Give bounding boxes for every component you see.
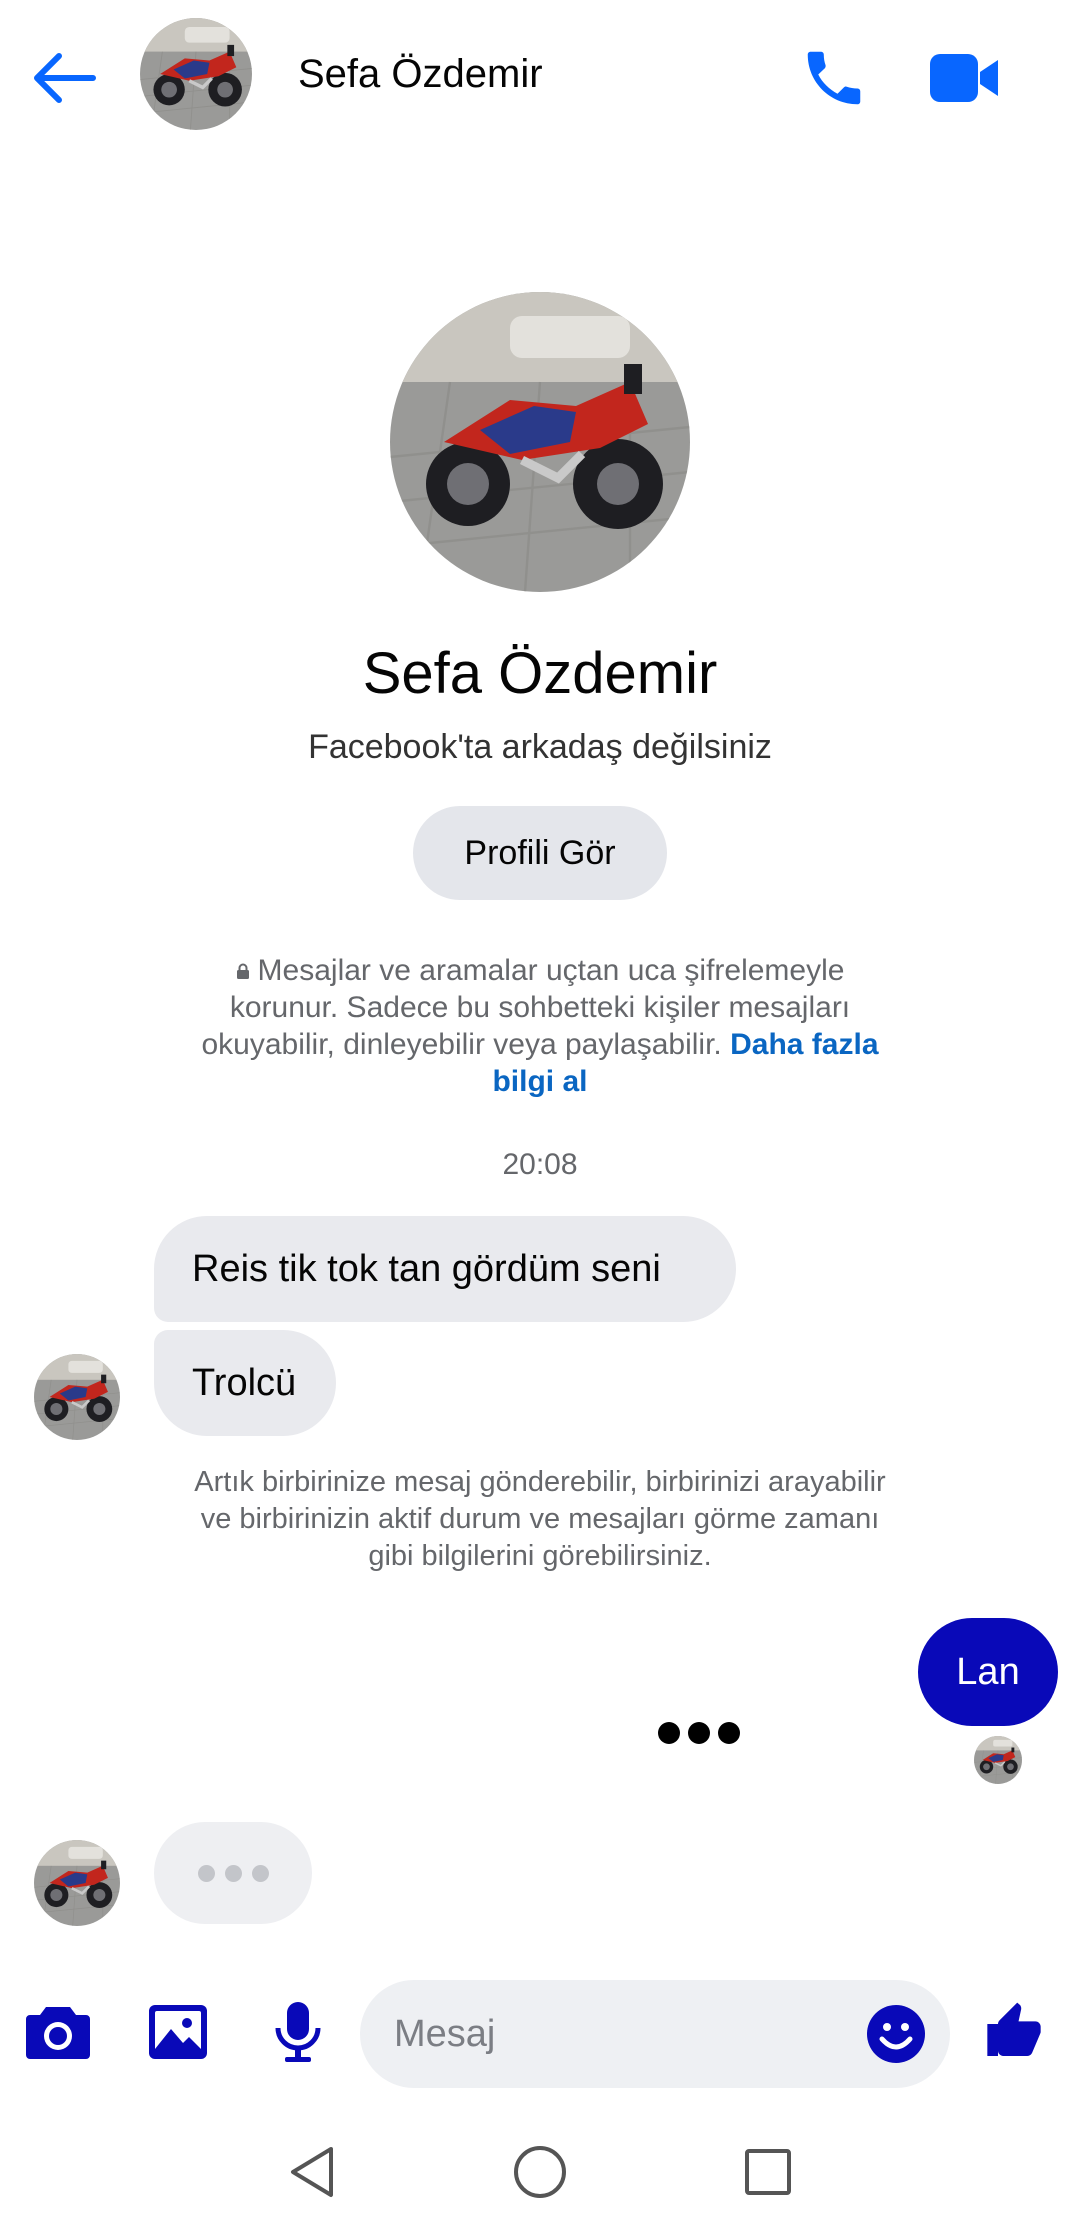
profile-name: Sefa Özdemir — [362, 641, 718, 706]
emoji-button[interactable] — [860, 1998, 932, 2070]
typing-dot — [224, 1864, 242, 1882]
more-dots-icon — [658, 1722, 740, 1744]
sender-avatar[interactable] — [34, 1354, 120, 1440]
message-composer — [360, 1980, 950, 2088]
contact-avatar[interactable] — [140, 18, 252, 130]
triangle-back-icon — [291, 2147, 333, 2197]
avatar-image — [34, 1354, 120, 1440]
typing-indicator — [154, 1822, 312, 1924]
gallery-button[interactable] — [138, 1992, 218, 2072]
back-button[interactable] — [28, 42, 100, 114]
incoming-message[interactable]: Reis tik tok tan gördüm seni — [154, 1216, 736, 1322]
camera-button[interactable] — [18, 1992, 98, 2072]
profile-photo[interactable] — [390, 292, 690, 592]
avatar-image — [140, 18, 252, 130]
image-icon — [149, 2005, 207, 2059]
typing-user-avatar — [34, 1840, 120, 1926]
encryption-notice: Mesajlar ve aramalar uçtan uca şifreleme… — [186, 952, 894, 1100]
typing-dot — [251, 1864, 269, 1882]
audio-call-button[interactable] — [792, 36, 876, 120]
arrow-left-icon — [34, 53, 96, 103]
view-profile-button[interactable]: Profili Gör — [413, 806, 667, 900]
incoming-message[interactable]: Trolcü — [154, 1330, 336, 1436]
avatar-image — [974, 1736, 1022, 1784]
like-button[interactable] — [968, 1986, 1060, 2078]
friendship-status: Facebook'ta arkadaş değilsiniz — [308, 728, 772, 766]
outgoing-message[interactable]: Lan — [918, 1618, 1058, 1726]
lock-icon — [236, 963, 249, 979]
message-timestamp: 20:08 — [502, 1148, 578, 1181]
read-receipt-avatar — [974, 1736, 1022, 1784]
microphone-button[interactable] — [258, 1992, 338, 2072]
system-home-button[interactable] — [504, 2136, 576, 2208]
message-input[interactable] — [394, 1980, 854, 2088]
camera-icon — [26, 2007, 90, 2059]
video-call-button[interactable] — [920, 36, 1010, 120]
microphone-icon — [275, 2002, 321, 2062]
dot — [688, 1722, 710, 1744]
system-back-button[interactable] — [276, 2136, 348, 2208]
profile-image — [390, 292, 690, 592]
thumbs-up-icon — [987, 2002, 1041, 2056]
conversation-header: Sefa Özdemir — [0, 0, 1080, 150]
phone-icon — [807, 51, 861, 105]
typing-dot — [197, 1864, 215, 1882]
avatar-image — [34, 1840, 120, 1926]
connection-notice: Artık birbirinize mesaj gönderebilir, bi… — [194, 1466, 886, 1572]
system-recents-button[interactable] — [732, 2136, 804, 2208]
square-recents-icon — [745, 2149, 791, 2195]
dot — [658, 1722, 680, 1744]
circle-home-icon — [514, 2146, 566, 2198]
dot — [718, 1722, 740, 1744]
video-camera-icon — [930, 54, 998, 102]
contact-name[interactable]: Sefa Özdemir — [298, 52, 543, 97]
smiley-icon — [867, 2005, 925, 2063]
